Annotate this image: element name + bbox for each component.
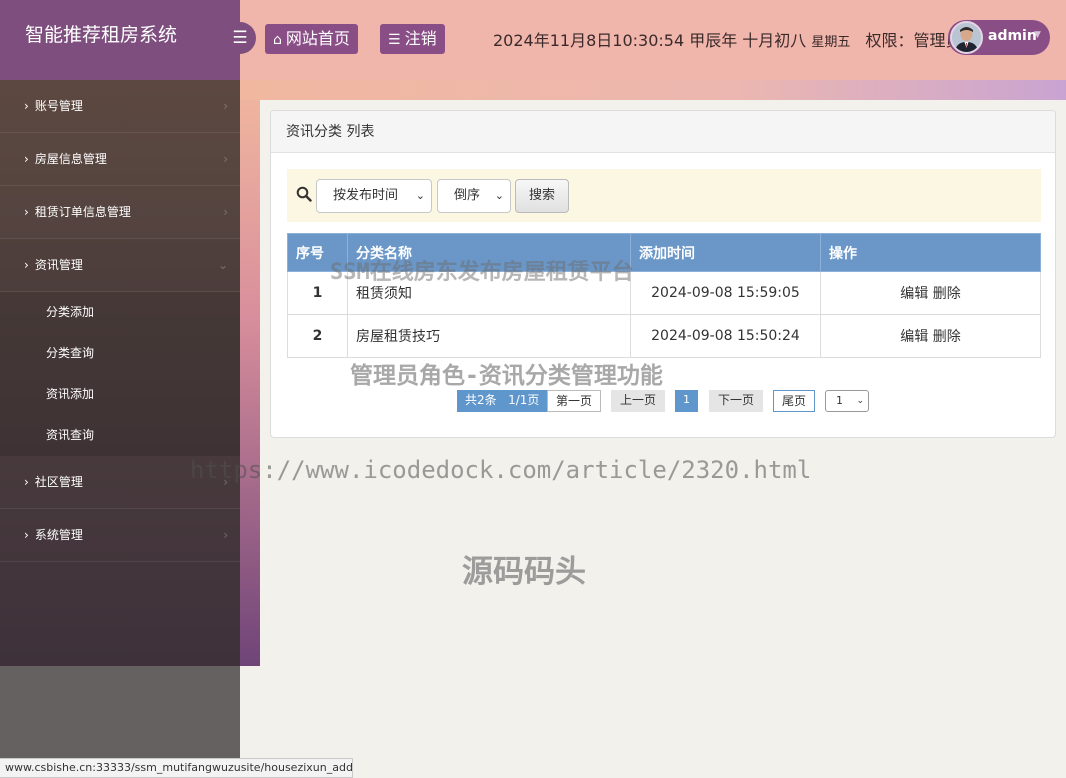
home-icon: ⌂ <box>273 32 282 48</box>
chevron-right-icon: › <box>223 205 228 219</box>
pager-select-value: 1 <box>836 394 843 407</box>
menu-toggle-icon[interactable]: ☰ <box>224 22 256 54</box>
search-icon <box>296 186 312 206</box>
search-bar: 按发布时间 ⌄ 倒序 ⌄ 搜索 <box>287 169 1041 222</box>
sidebar-item-community[interactable]: › 社区管理 › <box>0 456 240 509</box>
chevron-down-icon: ⌄ <box>494 189 504 202</box>
chevron-right-icon: › <box>24 152 29 166</box>
cell-ops: 编辑 删除 <box>820 314 1041 358</box>
sidebar: › 账号管理 › › 房屋信息管理 › › 租赁订单信息管理 › › 资讯管理 ⌄ 分类… <box>0 80 240 666</box>
user-menu[interactable]: admin ▼ <box>948 20 1050 55</box>
chevron-right-icon: › <box>24 475 29 489</box>
delete-link[interactable]: 删除 <box>933 286 961 302</box>
logout-button[interactable]: ☰ 注销 <box>380 24 445 54</box>
edit-link[interactable]: 编辑 <box>900 329 928 345</box>
sort-order-select[interactable]: 倒序 ⌄ <box>437 179 511 213</box>
panel-title: 资讯分类 列表 <box>271 111 1055 153</box>
sidebar-subitem-add-category[interactable]: 分类添加 <box>0 292 240 333</box>
avatar <box>950 21 983 54</box>
chevron-down-icon: ⌄ <box>856 396 864 406</box>
table-header-row: 序号 分类名称 添加时间 操作 <box>287 233 1041 272</box>
table-row: 2 房屋租赁技巧 2024-09-08 15:50:24 编辑 删除 <box>287 314 1041 358</box>
chevron-right-icon: › <box>223 152 228 166</box>
chevron-down-icon: ⌄ <box>415 189 425 202</box>
chevron-right-icon: › <box>24 99 29 113</box>
datetime-text: 2024年11月8日10:30:54 甲辰年 十月初八 <box>493 31 807 50</box>
home-label: 网站首页 <box>285 29 350 48</box>
table-row: 1 租赁须知 2024-09-08 15:59:05 编辑 删除 <box>287 271 1041 315</box>
sidebar-subitem-query-category[interactable]: 分类查询 <box>0 333 240 374</box>
chevron-right-icon: › <box>24 205 29 219</box>
sidebar-item-news[interactable]: › 资讯管理 ⌄ <box>0 239 240 292</box>
sidebar-item-label: 租赁订单信息管理 <box>34 205 131 219</box>
chevron-right-icon: › <box>24 258 29 272</box>
chevron-right-icon: › <box>223 99 228 113</box>
delete-link[interactable]: 删除 <box>933 329 961 345</box>
cell-name: 租赁须知 <box>347 271 631 315</box>
caret-down-icon: ▼ <box>1034 30 1041 40</box>
pager-total: 共2条 1/1页 <box>457 390 547 412</box>
browser-status-url: www.csbishe.cn:33333/ssm_mutifangwuzusit… <box>0 758 353 778</box>
pager-next-button[interactable]: 下一页 <box>709 390 763 412</box>
content-left-band <box>240 80 260 666</box>
col-header-no: 序号 <box>287 233 348 272</box>
sidebar-item-label: 社区管理 <box>34 475 83 489</box>
search-button[interactable]: 搜索 <box>515 179 569 213</box>
content-top-band <box>240 80 1066 100</box>
list-icon: ☰ <box>388 32 401 48</box>
sidebar-subitem-add-news[interactable]: 资讯添加 <box>0 374 240 415</box>
cell-time: 2024-09-08 15:50:24 <box>630 314 821 358</box>
sort-field-value: 按发布时间 <box>333 188 399 203</box>
weekday-text: 星期五 <box>811 35 851 50</box>
chevron-right-icon: › <box>223 475 228 489</box>
sort-order-value: 倒序 <box>454 188 481 203</box>
col-header-ops: 操作 <box>820 233 1041 272</box>
col-header-name: 分类名称 <box>347 233 631 272</box>
cell-ops: 编辑 删除 <box>820 271 1041 315</box>
username: admin <box>988 28 1037 44</box>
app-title: 智能推荐租房系统 <box>0 0 240 80</box>
pager-first-button[interactable]: 第一页 <box>547 390 601 412</box>
pager-last-button[interactable]: 尾页 <box>773 390 815 412</box>
sort-field-select[interactable]: 按发布时间 ⌄ <box>316 179 432 213</box>
sidebar-item-label: 房屋信息管理 <box>34 152 107 166</box>
logout-label: 注销 <box>404 29 437 48</box>
sidebar-item-label: 账号管理 <box>34 99 83 113</box>
cell-name: 房屋租赁技巧 <box>347 314 631 358</box>
sidebar-item-house[interactable]: › 房屋信息管理 › <box>0 133 240 186</box>
edit-link[interactable]: 编辑 <box>900 286 928 302</box>
home-button[interactable]: ⌂ 网站首页 <box>265 24 358 54</box>
sidebar-subitem-query-news[interactable]: 资讯查询 <box>0 415 240 456</box>
sidebar-item-label: 系统管理 <box>34 528 83 542</box>
chevron-down-icon: ⌄ <box>217 258 228 272</box>
sidebar-item-orders[interactable]: › 租赁订单信息管理 › <box>0 186 240 239</box>
chevron-right-icon: › <box>223 528 228 542</box>
sidebar-item-label: 资讯管理 <box>34 258 83 272</box>
category-table: 序号 分类名称 添加时间 操作 1 租赁须知 2024-09-08 15:59:… <box>287 233 1041 358</box>
cell-no: 2 <box>287 314 348 358</box>
cell-time: 2024-09-08 15:59:05 <box>630 271 821 315</box>
role-text: 权限：管理员 <box>865 31 962 50</box>
pager-prev-button[interactable]: 上一页 <box>611 390 665 412</box>
col-header-time: 添加时间 <box>630 233 821 272</box>
pager-page-select[interactable]: 1 ⌄ <box>825 390 869 412</box>
datetime-display: 2024年11月8日10:30:54 甲辰年 十月初八 星期五 权限：管理员 <box>493 27 962 51</box>
pager-current-page[interactable]: 1 <box>675 390 698 412</box>
chevron-right-icon: › <box>24 528 29 542</box>
sidebar-item-account[interactable]: › 账号管理 › <box>0 80 240 133</box>
list-panel: 资讯分类 列表 按发布时间 ⌄ 倒序 ⌄ 搜索 序号 分类名称 添加时间 操作 … <box>270 110 1056 438</box>
sidebar-item-system[interactable]: › 系统管理 › <box>0 509 240 562</box>
cell-no: 1 <box>287 271 348 315</box>
